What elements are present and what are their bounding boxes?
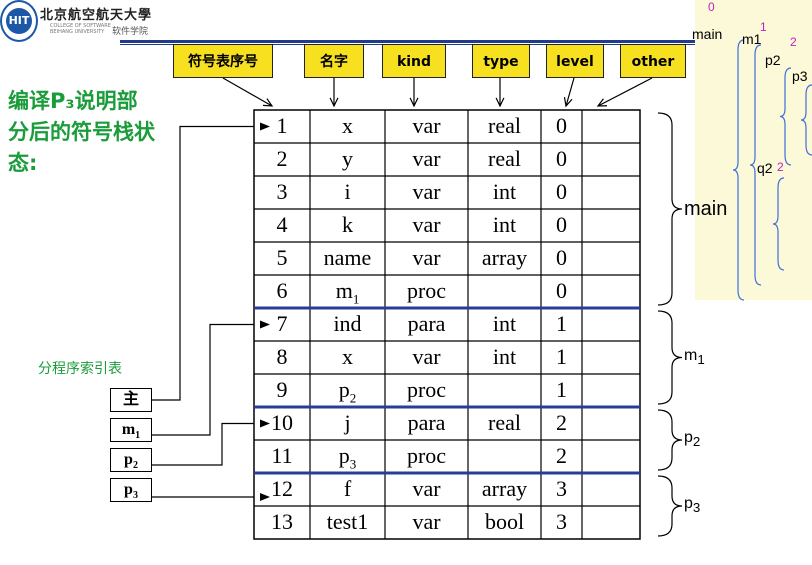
- row-number: 10: [271, 410, 293, 435]
- row-kind: var: [412, 344, 441, 369]
- nesting-label: m1: [742, 31, 762, 47]
- row-number: 1: [276, 113, 288, 138]
- row-name: i: [344, 179, 351, 204]
- row-name: f: [343, 476, 352, 501]
- row-level: 0: [556, 278, 567, 303]
- row-number: 8: [276, 344, 288, 369]
- scope-label: m1: [684, 346, 705, 367]
- row-type: bool: [484, 509, 525, 534]
- row-name: p3: [338, 443, 357, 472]
- scope-label: p3: [684, 495, 701, 516]
- row-level: 0: [556, 113, 567, 138]
- row-name: name: [323, 245, 372, 270]
- row-type: int: [492, 344, 517, 369]
- row-level: 2: [556, 410, 567, 435]
- row-kind: var: [412, 509, 441, 534]
- nesting-label: q2: [757, 160, 773, 176]
- row-level: 0: [556, 245, 567, 270]
- header-pointer: [597, 77, 653, 107]
- row-kind: proc: [406, 443, 447, 468]
- scope-brace: [657, 409, 683, 471]
- row-name: k: [342, 212, 353, 237]
- row-level: 3: [556, 476, 567, 501]
- row-number: 7: [276, 311, 288, 336]
- row-type: [468, 441, 541, 471]
- row-name: p2: [338, 377, 357, 406]
- row-type: int: [492, 179, 517, 204]
- row-level: 1: [556, 344, 567, 369]
- row-number: 11: [271, 443, 293, 468]
- row-level: 0: [556, 179, 567, 204]
- row-level: 2: [556, 443, 567, 468]
- nesting-label: 2: [790, 35, 797, 49]
- nesting-label: 0: [708, 0, 715, 14]
- row-number: 2: [276, 146, 288, 171]
- row-number: 6: [276, 278, 288, 303]
- row-kind: para: [407, 311, 446, 336]
- row-level: 3: [556, 509, 567, 534]
- nesting-label: p3: [792, 68, 808, 84]
- index-pointer-main: [152, 125, 254, 401]
- row-number: 4: [276, 212, 288, 237]
- row-kind: var: [412, 146, 441, 171]
- nesting-brace-p3: [800, 84, 812, 156]
- row-type: real: [488, 113, 521, 138]
- row-type: [468, 276, 541, 306]
- row-kind: var: [412, 245, 441, 270]
- row-number: 13: [271, 509, 293, 534]
- row-kind: proc: [406, 377, 447, 402]
- row-name: x: [342, 344, 353, 369]
- row-kind: para: [407, 410, 446, 435]
- row-kind: var: [412, 113, 441, 138]
- nesting-brace-p2: [779, 67, 792, 166]
- header-pointer: [222, 77, 273, 107]
- row-type: real: [488, 410, 521, 435]
- row-kind: var: [412, 476, 441, 501]
- row-level: 0: [556, 146, 567, 171]
- row-number: 3: [276, 179, 288, 204]
- nesting-brace-q2: [772, 177, 785, 271]
- row-name: m1: [335, 278, 360, 307]
- row-kind: var: [412, 212, 441, 237]
- row-name: j: [344, 410, 351, 435]
- index-pointer-p2: [152, 422, 254, 466]
- row-level: 1: [556, 377, 567, 402]
- scope-label: main: [684, 198, 728, 220]
- nesting-label: 2: [777, 160, 784, 174]
- row-type: int: [492, 311, 517, 336]
- row-type: [468, 375, 541, 405]
- row-level: 1: [556, 311, 567, 336]
- index-pointer-m1: [152, 323, 254, 436]
- row-name: y: [342, 146, 353, 171]
- row-type: real: [488, 146, 521, 171]
- scope-brace: [657, 112, 683, 306]
- row-level: 0: [556, 212, 567, 237]
- row-kind: proc: [406, 278, 447, 303]
- row-name: x: [342, 113, 353, 138]
- row-type: int: [492, 212, 517, 237]
- nesting-brace-main: [732, 39, 745, 301]
- row-number: 5: [276, 245, 288, 270]
- nesting-label: p2: [765, 52, 781, 68]
- row-kind: var: [412, 179, 441, 204]
- row-type: array: [481, 245, 528, 270]
- scope-label: p2: [684, 429, 701, 450]
- nesting-label: main: [692, 26, 723, 42]
- row-name: test1: [326, 509, 369, 534]
- row-number: 9: [276, 377, 288, 402]
- row-name: ind: [333, 311, 362, 336]
- row-number: 12: [271, 476, 293, 501]
- scope-brace: [657, 475, 683, 537]
- scope-brace: [657, 310, 683, 405]
- row-type: array: [481, 476, 528, 501]
